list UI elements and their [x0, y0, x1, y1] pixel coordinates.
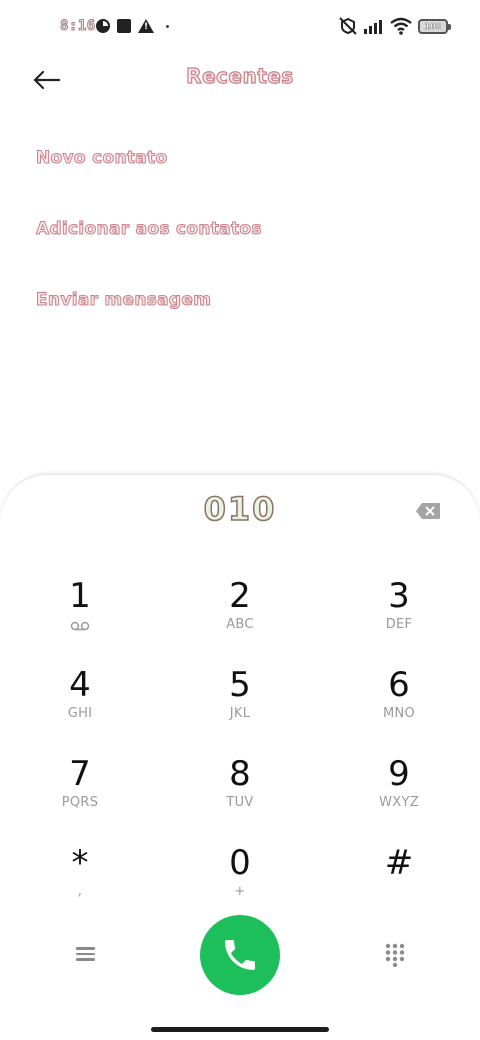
key-0[interactable]: 0 + [180, 843, 300, 923]
key-digit: 9 [388, 754, 410, 794]
key-3[interactable]: 3 DEF [339, 576, 459, 656]
key-7[interactable]: 7 PQRS [20, 754, 140, 834]
status-time: 8:16 [60, 18, 96, 35]
menu-icon [72, 947, 98, 961]
page-title: Recentes [186, 63, 294, 88]
key-digit: 6 [388, 665, 410, 705]
key-9[interactable]: 9 WXYZ [339, 754, 459, 834]
vibrate-off-icon [339, 17, 357, 35]
key-digit: * [71, 843, 89, 883]
key-digit: 2 [229, 576, 251, 616]
key-5[interactable]: 5 JKL [180, 665, 300, 745]
key-digit: 3 [388, 576, 410, 616]
key-2[interactable]: 2 ABC [180, 576, 300, 656]
key-letters: + [234, 884, 246, 899]
dialpad-icon [385, 943, 405, 968]
key-digit: 4 [69, 665, 91, 705]
key-digit: 8 [229, 754, 251, 794]
key-letters: DEF [385, 617, 413, 632]
menu-button[interactable] [72, 944, 98, 968]
wifi-icon [390, 17, 412, 35]
dot-icon [166, 25, 169, 28]
warning-exclamation: ! [144, 22, 149, 32]
battery-icon: 100 [418, 19, 451, 34]
square-app-icon [117, 19, 131, 33]
call-button[interactable] [200, 915, 280, 995]
key-8[interactable]: 8 TUV [180, 754, 300, 834]
add-to-contacts-option[interactable]: Adicionar aos contatos [36, 219, 262, 240]
key-4[interactable]: 4 GHI [20, 665, 140, 745]
battery-level: 100 [424, 22, 442, 32]
key-letters: GHI [67, 706, 93, 721]
dialed-number[interactable]: 010 [0, 489, 480, 529]
dialpad-toggle-button[interactable] [384, 943, 406, 968]
send-message-option[interactable]: Enviar mensagem [35, 290, 211, 311]
key-digit: 1 [69, 576, 91, 616]
key-letters: , [77, 884, 83, 899]
phone-icon [225, 940, 255, 970]
backspace-icon [416, 503, 440, 519]
key-letters: TUV [226, 795, 254, 810]
key-digit: 0 [229, 843, 251, 883]
key-letters: JKL [229, 706, 251, 721]
voicemail-icon [70, 621, 90, 631]
key-letters: PQRS [61, 795, 99, 810]
backspace-button[interactable] [415, 502, 441, 520]
new-contact-option[interactable]: Novo contato [35, 148, 167, 169]
key-digit: # [384, 843, 414, 883]
signal-icon [364, 20, 382, 34]
key-star[interactable]: * , [20, 843, 140, 923]
key-hash[interactable]: # [339, 843, 459, 923]
key-digit: 7 [69, 754, 91, 794]
key-6[interactable]: 6 MNO [339, 665, 459, 745]
pie-chart-icon [96, 19, 110, 33]
key-letters: MNO [382, 706, 416, 721]
key-1[interactable]: 1 [20, 576, 140, 656]
home-indicator[interactable] [151, 1027, 329, 1032]
key-digit: 5 [229, 665, 251, 705]
key-letters: ABC [226, 617, 254, 632]
key-letters: WXYZ [379, 795, 419, 810]
status-bar: 8:16 ! 100 [0, 0, 480, 56]
